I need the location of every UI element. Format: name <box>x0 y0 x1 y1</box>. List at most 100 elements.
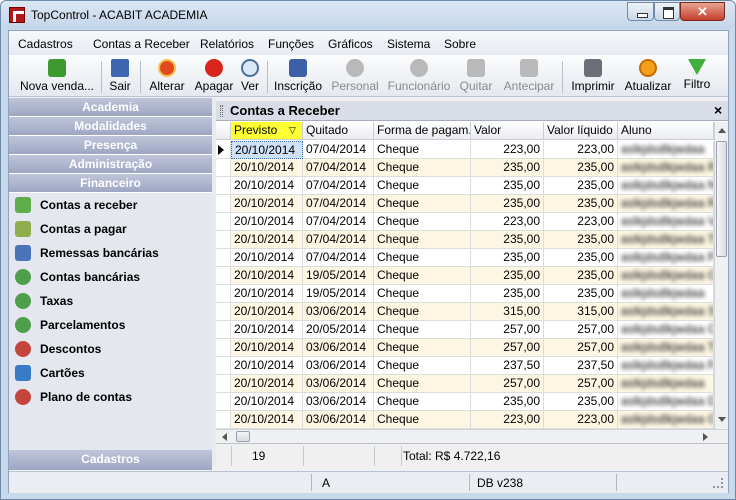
table-row[interactable]: 20/10/2014 07/04/2014 Cheque 223,00 223,00 as… <box>216 213 714 231</box>
cell-liquido[interactable]: 235,00 <box>544 249 618 267</box>
cell-quitado[interactable]: 03/06/2014 <box>303 393 374 411</box>
cell-valor[interactable]: 257,00 <box>471 375 544 393</box>
table-row[interactable]: 20/10/2014 03/06/2014 Cheque 237,50 237,50 as… <box>216 357 714 375</box>
cell-liquido[interactable]: 235,00 <box>544 267 618 285</box>
table-row[interactable]: 20/10/2014 03/06/2014 Cheque 257,00 257,00 as… <box>216 375 714 393</box>
cell-forma[interactable]: Cheque <box>374 159 471 177</box>
cell-valor[interactable]: 223,00 <box>471 213 544 231</box>
cell-forma[interactable]: Cheque <box>374 177 471 195</box>
table-row[interactable]: 20/10/2014 07/04/2014 Cheque 235,00 235,00 as… <box>216 231 714 249</box>
cell-liquido[interactable]: 235,00 <box>544 159 618 177</box>
cell-liquido[interactable]: 315,00 <box>544 303 618 321</box>
cell-aluno[interactable]: aslkjdsdlkjwdaa PO <box>618 249 714 267</box>
scroll-left-icon[interactable] <box>222 433 227 441</box>
inscricao-button[interactable]: Inscrição <box>273 59 323 95</box>
table-row[interactable]: 20/10/2014 03/06/2014 Cheque 223,00 223,00 as… <box>216 411 714 429</box>
cell-valor[interactable]: 235,00 <box>471 267 544 285</box>
cell-quitado[interactable]: 20/05/2014 <box>303 321 374 339</box>
cell-aluno[interactable]: aslkjdsdlkjwdaa RA <box>618 195 714 213</box>
menu-graficos[interactable]: Gráficos <box>328 37 373 51</box>
table-row[interactable]: 20/10/2014 07/04/2014 Cheque 235,00 235,00 as… <box>216 177 714 195</box>
title-bar[interactable]: TopControl - ACABIT ACADEMIA ✕ <box>1 1 735 29</box>
cell-previsto[interactable]: 20/10/2014 <box>231 213 303 231</box>
row-indicator[interactable] <box>216 213 231 231</box>
cell-quitado[interactable]: 03/06/2014 <box>303 303 374 321</box>
cell-valor[interactable]: 223,00 <box>471 141 544 159</box>
cell-previsto[interactable]: 20/10/2014 <box>231 195 303 213</box>
cell-forma[interactable]: Cheque <box>374 375 471 393</box>
resize-grip-icon[interactable] <box>713 478 723 488</box>
scroll-right-icon[interactable] <box>703 433 708 441</box>
cell-quitado[interactable]: 03/06/2014 <box>303 411 374 429</box>
cell-aluno[interactable]: aslkjdsdlkjwdaa FAM <box>618 357 714 375</box>
cell-valor[interactable]: 235,00 <box>471 177 544 195</box>
cell-forma[interactable]: Cheque <box>374 195 471 213</box>
row-indicator[interactable] <box>216 267 231 285</box>
quitar-button[interactable]: Quitar <box>458 59 494 95</box>
filtro-button[interactable]: Filtro <box>682 59 712 95</box>
cell-previsto[interactable]: 20/10/2014 <box>231 285 303 303</box>
row-indicator[interactable] <box>216 177 231 195</box>
cell-quitado[interactable]: 07/04/2014 <box>303 249 374 267</box>
cell-liquido[interactable]: 223,00 <box>544 141 618 159</box>
menu-contas-a-receber[interactable]: Contas a Receber <box>93 37 190 51</box>
cell-forma[interactable]: Cheque <box>374 249 471 267</box>
horizontal-scrollbar[interactable] <box>216 429 728 443</box>
row-indicator[interactable] <box>216 195 231 213</box>
cell-liquido[interactable]: 235,00 <box>544 177 618 195</box>
cell-aluno[interactable]: aslkjdsdlkjwdaa S L <box>618 303 714 321</box>
table-row[interactable]: 20/10/2014 07/04/2014 Cheque 223,00 223,00 as… <box>216 141 714 159</box>
cell-liquido[interactable]: 237,50 <box>544 357 618 375</box>
cell-valor[interactable]: 235,00 <box>471 285 544 303</box>
minimize-button[interactable] <box>627 2 654 21</box>
cell-forma[interactable]: Cheque <box>374 285 471 303</box>
row-indicator[interactable] <box>216 285 231 303</box>
cell-quitado[interactable]: 07/04/2014 <box>303 231 374 249</box>
column-header-forma[interactable]: Forma de pagam... <box>374 122 471 140</box>
cell-liquido[interactable]: 235,00 <box>544 285 618 303</box>
grip-icon[interactable] <box>220 105 223 117</box>
cell-liquido[interactable]: 257,00 <box>544 321 618 339</box>
sidebar-section-administracao[interactable]: Administração <box>9 155 212 174</box>
cell-liquido[interactable]: 257,00 <box>544 339 618 357</box>
cell-aluno[interactable]: aslkjdsdlkjwdaa NC <box>618 177 714 195</box>
table-row[interactable]: 20/10/2014 19/05/2014 Cheque 235,00 235,00 as… <box>216 267 714 285</box>
cell-aluno[interactable]: aslkjdsdlkjwdaa RLE <box>618 159 714 177</box>
nova-venda-button[interactable]: Nova venda... <box>19 59 95 95</box>
cell-liquido[interactable]: 223,00 <box>544 213 618 231</box>
cell-forma[interactable]: Cheque <box>374 213 471 231</box>
row-indicator[interactable] <box>216 141 231 159</box>
row-indicator[interactable] <box>216 231 231 249</box>
cell-forma[interactable]: Cheque <box>374 411 471 429</box>
row-indicator[interactable] <box>216 159 231 177</box>
cell-aluno[interactable]: aslkjdsdlkjwdaa CU <box>618 321 714 339</box>
cell-forma[interactable]: Cheque <box>374 321 471 339</box>
panel-close-button[interactable]: × <box>714 102 722 118</box>
sidebar-section-modalidades[interactable]: Modalidades <box>9 117 212 136</box>
vertical-scroll-thumb[interactable] <box>716 141 727 257</box>
cell-forma[interactable]: Cheque <box>374 231 471 249</box>
cell-quitado[interactable]: 03/06/2014 <box>303 375 374 393</box>
column-header-valor-liquido[interactable]: Valor líquido <box>544 122 618 140</box>
table-row[interactable]: 20/10/2014 03/06/2014 Cheque 235,00 235,00 as… <box>216 393 714 411</box>
cell-aluno[interactable]: aslkjdsdlkjwdaa <box>618 141 714 159</box>
cell-valor[interactable]: 257,00 <box>471 321 544 339</box>
menu-sobre[interactable]: Sobre <box>444 37 476 51</box>
funcionario-button[interactable]: Funcionário <box>385 59 453 95</box>
sidebar-section-academia[interactable]: Academia <box>9 98 212 117</box>
cell-valor[interactable]: 235,00 <box>471 195 544 213</box>
alterar-button[interactable]: Alterar <box>147 59 187 95</box>
table-row[interactable]: 20/10/2014 07/04/2014 Cheque 235,00 235,00 as… <box>216 249 714 267</box>
cell-previsto[interactable]: 20/10/2014 <box>231 321 303 339</box>
cell-forma[interactable]: Cheque <box>374 357 471 375</box>
column-header-quitado[interactable]: Quitado <box>303 122 374 140</box>
menu-cadastros[interactable]: Cadastros <box>18 37 73 51</box>
cell-liquido[interactable]: 235,00 <box>544 393 618 411</box>
sair-button[interactable]: Sair <box>107 59 133 95</box>
cell-previsto[interactable]: 20/10/2014 <box>231 177 303 195</box>
imprimir-button[interactable]: Imprimir <box>568 59 618 95</box>
cell-valor[interactable]: 223,00 <box>471 411 544 429</box>
cell-previsto[interactable]: 20/10/2014 <box>231 267 303 285</box>
antecipar-button[interactable]: Antecipar <box>502 59 556 95</box>
cell-quitado[interactable]: 03/06/2014 <box>303 357 374 375</box>
